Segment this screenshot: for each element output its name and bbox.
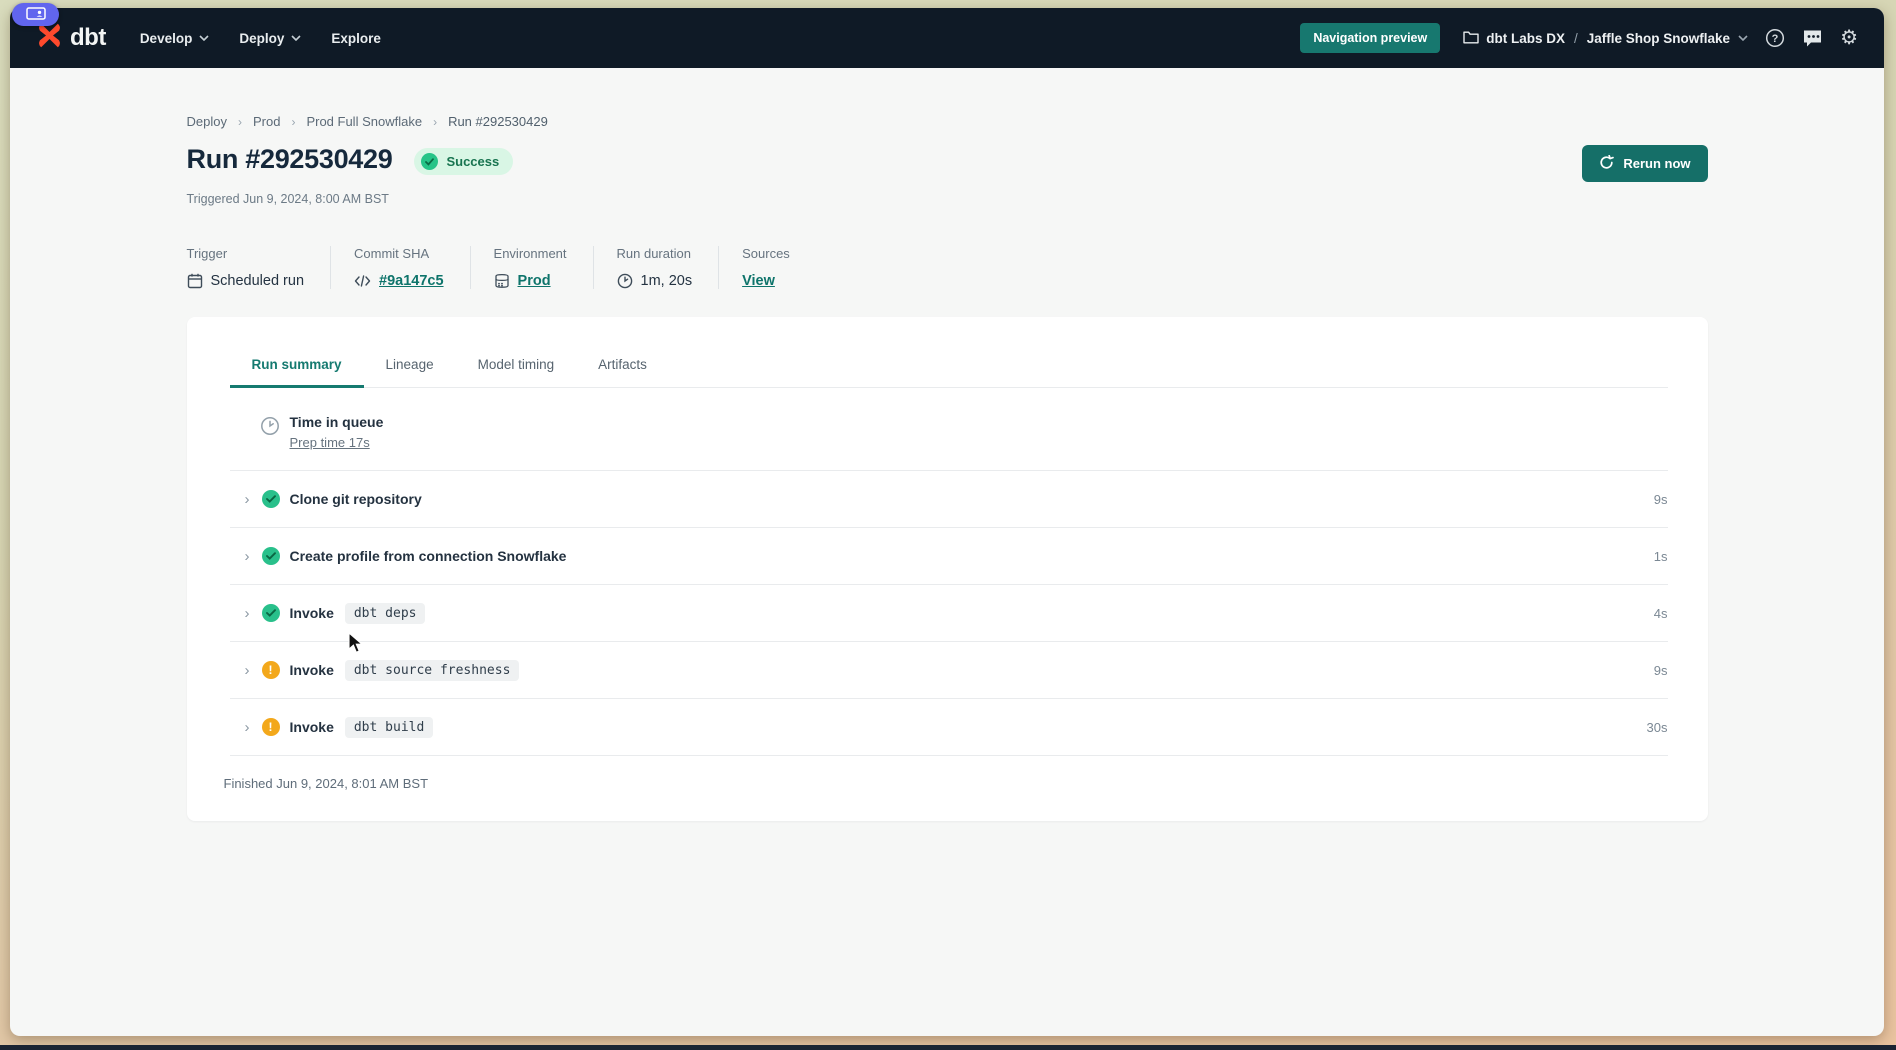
chevron-down-icon bbox=[291, 35, 301, 41]
svg-text:?: ? bbox=[1772, 33, 1779, 45]
breadcrumb-deploy[interactable]: Deploy bbox=[187, 114, 227, 129]
meta-commit-sha: Commit SHA #9a147c5 bbox=[354, 246, 471, 289]
step-status-icon bbox=[262, 604, 280, 622]
breadcrumb-separator bbox=[291, 115, 295, 129]
tab-lineage[interactable]: Lineage bbox=[364, 345, 456, 388]
breadcrumb-prod[interactable]: Prod bbox=[253, 114, 280, 129]
success-check-icon bbox=[421, 153, 438, 170]
step-row-clone-git-repository[interactable]: Clone git repository 9s bbox=[230, 471, 1668, 528]
step-status-icon: ! bbox=[262, 661, 280, 679]
expand-chevron-icon[interactable] bbox=[240, 662, 255, 679]
dbt-logo-icon bbox=[36, 22, 63, 54]
step-row-dbt-source-freshness[interactable]: ! Invoke dbt source freshness 9s bbox=[230, 642, 1668, 699]
account-selector[interactable]: dbt Labs DX bbox=[1463, 30, 1565, 47]
screen-share-icon bbox=[26, 7, 46, 22]
breadcrumb: Deploy Prod Prod Full Snowflake Run #292… bbox=[187, 68, 1708, 129]
calendar-icon bbox=[187, 273, 203, 289]
step-duration: 1s bbox=[1654, 549, 1668, 564]
step-row-dbt-build[interactable]: ! Invoke dbt build 30s bbox=[230, 699, 1668, 756]
chevron-down-icon bbox=[1738, 35, 1748, 41]
commit-sha-link[interactable]: #9a147c5 bbox=[379, 273, 444, 289]
step-label: Invoke bbox=[290, 719, 334, 735]
meta-sources: Sources View bbox=[742, 246, 816, 289]
extension-badge[interactable] bbox=[12, 3, 59, 26]
chevron-down-icon bbox=[199, 35, 209, 41]
breadcrumb-separator bbox=[238, 115, 242, 129]
path-separator: / bbox=[1574, 31, 1578, 46]
step-label: Clone git repository bbox=[290, 491, 422, 507]
run-metadata: Trigger Scheduled run Commit SHA bbox=[187, 246, 1708, 289]
gear-icon[interactable]: ⚙ bbox=[1840, 28, 1858, 48]
tab-model-timing[interactable]: Model timing bbox=[456, 345, 577, 388]
step-command-chip: dbt source freshness bbox=[345, 660, 520, 681]
rerun-icon bbox=[1599, 155, 1614, 173]
run-summary-card: Run summary Lineage Model timing Artifac… bbox=[187, 317, 1708, 821]
tab-bar: Run summary Lineage Model timing Artifac… bbox=[230, 345, 1668, 388]
step-label: Invoke bbox=[290, 662, 334, 678]
navigation-preview-button[interactable]: Navigation preview bbox=[1300, 23, 1440, 53]
sources-view-link[interactable]: View bbox=[742, 273, 775, 289]
prep-time-link[interactable]: Prep time 17s bbox=[290, 435, 370, 450]
status-badge: Success bbox=[414, 148, 513, 175]
step-status-icon: ! bbox=[262, 718, 280, 736]
expand-chevron-icon[interactable] bbox=[240, 491, 255, 508]
help-icon[interactable]: ? bbox=[1765, 28, 1785, 48]
desktop-edge bbox=[0, 1045, 1896, 1050]
app-window: dbt Develop Deploy Explore Navigation pr… bbox=[10, 8, 1884, 1036]
time-in-queue-block: Time in queue Prep time 17s bbox=[230, 388, 1668, 471]
main-content: Deploy Prod Prod Full Snowflake Run #292… bbox=[10, 68, 1884, 821]
expand-chevron-icon[interactable] bbox=[240, 719, 255, 736]
tab-run-summary[interactable]: Run summary bbox=[230, 345, 364, 388]
clock-icon bbox=[617, 273, 633, 289]
meta-trigger: Trigger Scheduled run bbox=[187, 246, 332, 289]
step-command-chip: dbt build bbox=[345, 717, 433, 738]
breadcrumb-run: Run #292530429 bbox=[448, 114, 548, 129]
step-row-create-profile[interactable]: Create profile from connection Snowflake… bbox=[230, 528, 1668, 585]
dbt-logo[interactable]: dbt bbox=[36, 22, 106, 54]
step-label: Create profile from connection Snowflake bbox=[290, 548, 567, 564]
breadcrumb-separator bbox=[433, 115, 437, 129]
menu-explore[interactable]: Explore bbox=[331, 31, 381, 46]
page-title: Run #292530429 bbox=[187, 143, 393, 175]
top-navigation: dbt Develop Deploy Explore Navigation pr… bbox=[10, 8, 1884, 68]
step-command-chip: dbt deps bbox=[345, 603, 426, 624]
meta-run-duration: Run duration 1m, 20s bbox=[617, 246, 720, 289]
expand-chevron-icon[interactable] bbox=[240, 548, 255, 565]
menu-develop[interactable]: Develop bbox=[140, 31, 210, 46]
triggered-timestamp: Triggered Jun 9, 2024, 8:00 AM BST bbox=[187, 192, 1708, 206]
menu-deploy[interactable]: Deploy bbox=[239, 31, 301, 46]
dbt-wordmark: dbt bbox=[70, 24, 106, 52]
folder-icon bbox=[1463, 30, 1479, 47]
step-duration: 4s bbox=[1654, 606, 1668, 621]
meta-environment: Environment Prod bbox=[494, 246, 594, 289]
environment-icon bbox=[494, 273, 510, 289]
step-label: Invoke bbox=[290, 605, 334, 621]
step-duration: 9s bbox=[1654, 492, 1668, 507]
step-status-icon bbox=[262, 547, 280, 565]
environment-link[interactable]: Prod bbox=[518, 273, 551, 289]
rerun-now-button[interactable]: Rerun now bbox=[1582, 145, 1707, 182]
tab-artifacts[interactable]: Artifacts bbox=[576, 345, 669, 388]
feedback-icon[interactable] bbox=[1802, 29, 1823, 48]
finished-timestamp: Finished Jun 9, 2024, 8:01 AM BST bbox=[224, 756, 1668, 821]
step-status-icon bbox=[262, 490, 280, 508]
time-in-queue-title: Time in queue bbox=[290, 414, 384, 430]
step-duration: 9s bbox=[1654, 663, 1668, 678]
breadcrumb-job[interactable]: Prod Full Snowflake bbox=[306, 114, 422, 129]
step-duration: 30s bbox=[1647, 720, 1668, 735]
project-selector[interactable]: Jaffle Shop Snowflake bbox=[1587, 31, 1748, 46]
clock-icon bbox=[260, 416, 280, 436]
step-row-dbt-deps[interactable]: Invoke dbt deps 4s bbox=[230, 585, 1668, 642]
account-breadcrumb: dbt Labs DX / Jaffle Shop Snowflake bbox=[1463, 30, 1748, 47]
expand-chevron-icon[interactable] bbox=[240, 605, 255, 622]
code-icon bbox=[354, 274, 371, 288]
